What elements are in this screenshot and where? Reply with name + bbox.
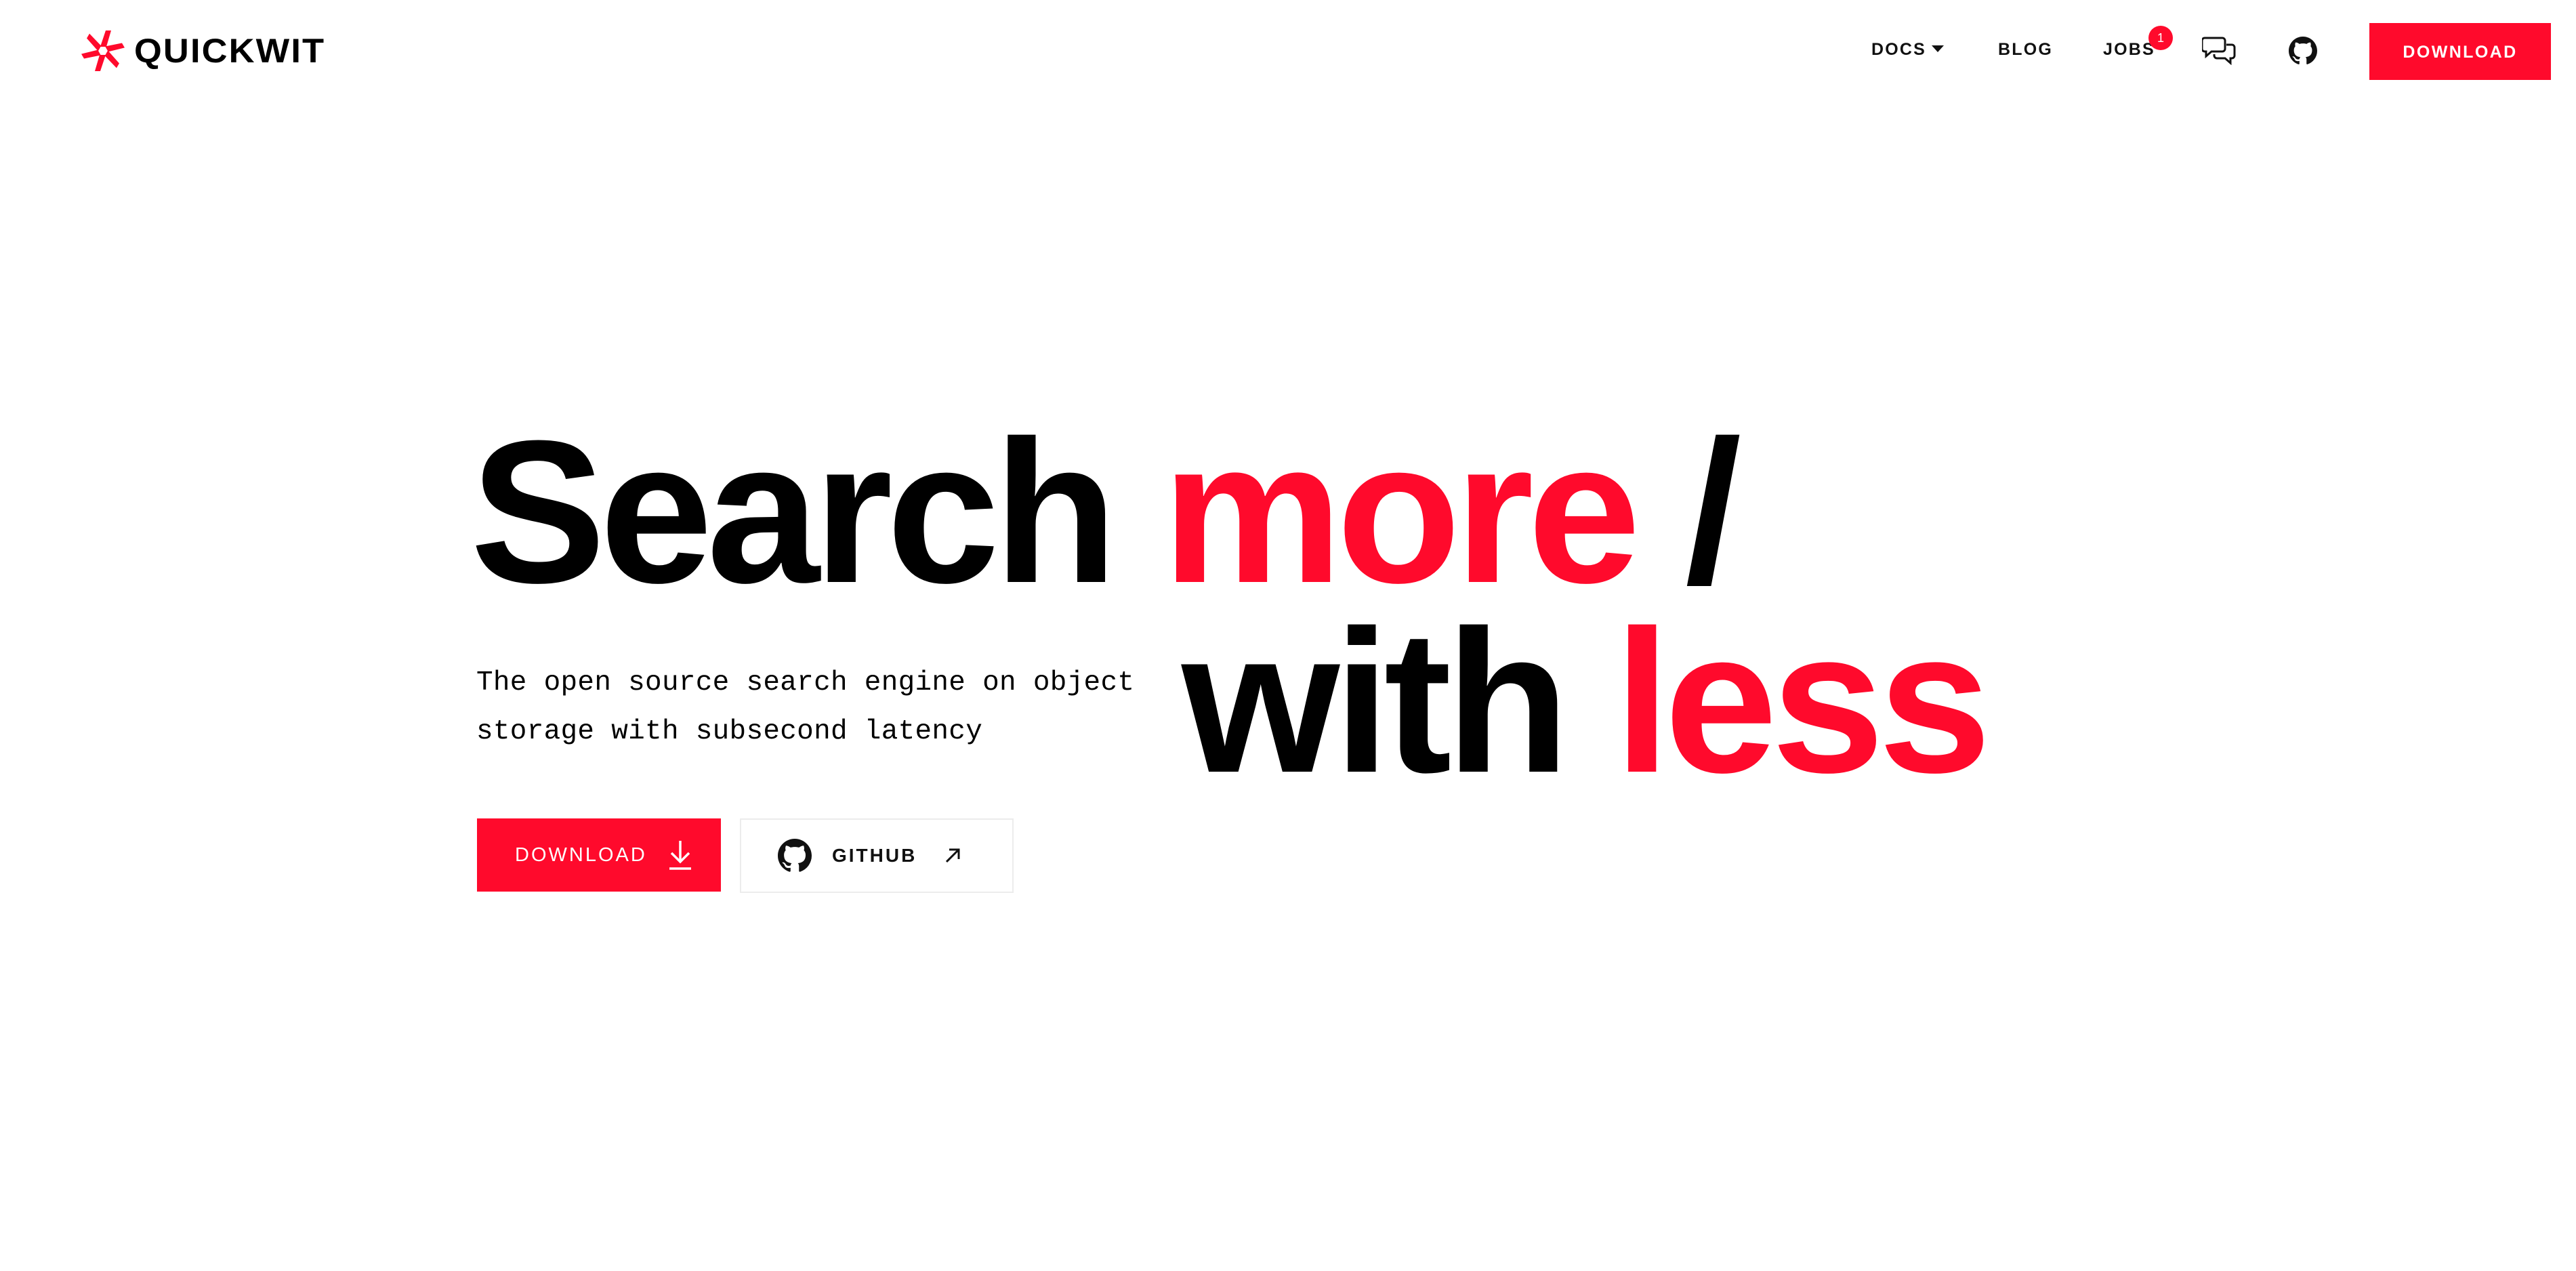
github-icon [778,839,812,872]
hero-title-line-1: Search more / [470,410,1741,613]
hero-title-word-less: less [1614,587,1991,815]
top-navbar: QUICKWIT DOCS BLOG JOBS 1 DOWNLOAD [0,0,2576,102]
hero-title-line-2: with less [1182,600,1991,803]
jobs-count-badge: 1 [2148,26,2173,50]
caret-down-icon [1932,45,1945,52]
github-icon[interactable] [2289,37,2317,65]
quickwit-logo-icon [81,30,125,71]
hero-subtitle-line-2: storage with subsecond latency [476,716,983,747]
chat-icon[interactable] [2202,35,2236,65]
hero-download-label: DOWNLOAD [515,843,647,866]
hero-title-word-with: with [1182,587,1615,815]
download-arrow-icon [669,841,691,870]
nav-docs-label: DOCS [1871,40,1927,59]
hero-github-button[interactable]: GITHUB [740,818,1014,893]
home-logo-link[interactable]: QUICKWIT [80,26,324,76]
nav-blog-link[interactable]: BLOG [1998,39,2053,60]
brand-name: QUICKWIT [134,32,326,70]
hero-download-button[interactable]: DOWNLOAD [477,818,721,892]
nav-docs-dropdown[interactable]: DOCS [1871,39,1945,60]
nav-jobs-link[interactable]: JOBS [2103,39,2155,60]
hero-subtitle: The open source search engine on object … [476,659,1154,756]
hero-subtitle-line-1: The open source search engine on object [476,667,1135,699]
hero-github-label: GITHUB [832,845,917,866]
nav-download-button[interactable]: DOWNLOAD [2369,23,2551,80]
hero-title-word-search: Search [470,398,1162,625]
external-link-arrow-icon [946,848,960,863]
